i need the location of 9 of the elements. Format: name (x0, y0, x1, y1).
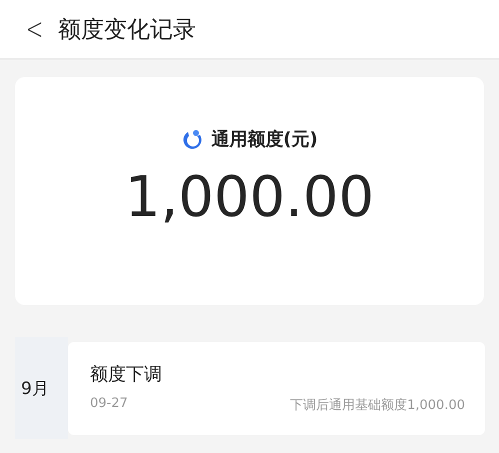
record-date: 09-27 (90, 396, 128, 413)
month-label: 9月 (15, 337, 68, 439)
record-title: 额度下调 (90, 363, 163, 386)
amount: 1,000.00 (124, 165, 374, 230)
record-detail: 下调后通用基础额度1,000.00 (290, 397, 465, 414)
record-card[interactable]: 额度下调 09-27 下调后通用基础额度1,000.00 (68, 342, 485, 434)
page-title: 额度变化记录 (58, 16, 196, 44)
back-button[interactable]: < (26, 12, 52, 46)
summary-label: 通用额度(元) (211, 128, 318, 151)
